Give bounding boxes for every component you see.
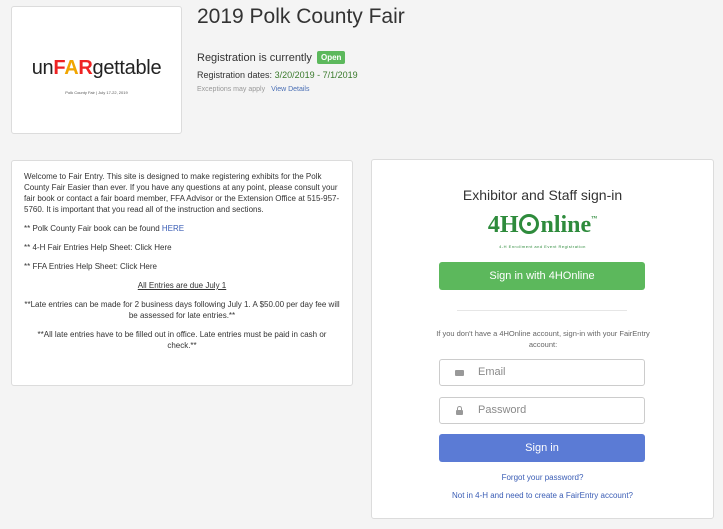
info-panel: Welcome to Fair Entry. This site is desi… (11, 160, 353, 386)
4honline-tagline: 4-H Enrollment and Event Registration (499, 244, 586, 249)
registration-dates: Registration dates: 3/20/2019 - 7/1/2019 (197, 70, 358, 80)
exceptions-note: Exceptions may apply View Details (197, 86, 310, 93)
4honline-logo: 4H nline™ (487, 212, 598, 238)
password-placeholder: Password (478, 404, 527, 416)
registration-status: Registration is currently Open (197, 51, 346, 64)
welcome-text: Welcome to Fair Entry. This site is desi… (24, 172, 340, 214)
create-account-link[interactable]: Not in 4-H and need to create a FairEntr… (372, 491, 713, 500)
fair-logo: unFARgettable Polk County Fair | July 17… (11, 6, 182, 134)
fairbook-note: ** Polk County Fair book can be found HE… (24, 224, 185, 233)
signin-button[interactable]: Sign in (439, 434, 645, 462)
signin-panel: Exhibitor and Staff sign-in 4H nline™ 4-H… (371, 159, 714, 519)
signin-4honline-button[interactable]: Sign in with 4HOnline (439, 262, 645, 290)
clover-icon (519, 214, 540, 234)
alt-signin-text: If you don't have a 4HOnline account, si… (436, 329, 650, 349)
envelope-icon (454, 368, 464, 378)
logo-wordmark: unFARgettable (31, 57, 162, 79)
due-date: All Entries are due July 1 (137, 281, 227, 290)
late-entries-note: **Late entries can be made for 2 busines… (24, 300, 340, 320)
help-ffa-link[interactable]: ** FFA Entries Help Sheet: Click Here (24, 261, 340, 272)
view-details-link[interactable]: View Details (271, 86, 309, 93)
divider (457, 310, 627, 311)
email-field[interactable]: Email (439, 359, 645, 386)
page-title: 2019 Polk County Fair (197, 5, 405, 28)
status-badge: Open (317, 51, 346, 64)
forgot-password-link[interactable]: Forgot your password? (372, 473, 713, 482)
email-placeholder: Email (478, 366, 506, 378)
late-entries-office-note: **All late entries have to be filled out… (37, 330, 327, 350)
logo-subtitle: Polk County Fair | July 17-22, 2019 (65, 90, 128, 95)
lock-icon (454, 406, 464, 416)
help-4h-link[interactable]: ** 4-H Fair Entries Help Sheet: Click He… (24, 242, 340, 253)
password-field[interactable]: Password (439, 397, 645, 424)
fairbook-link[interactable]: HERE (162, 224, 184, 233)
signin-title: Exhibitor and Staff sign-in (462, 187, 623, 203)
